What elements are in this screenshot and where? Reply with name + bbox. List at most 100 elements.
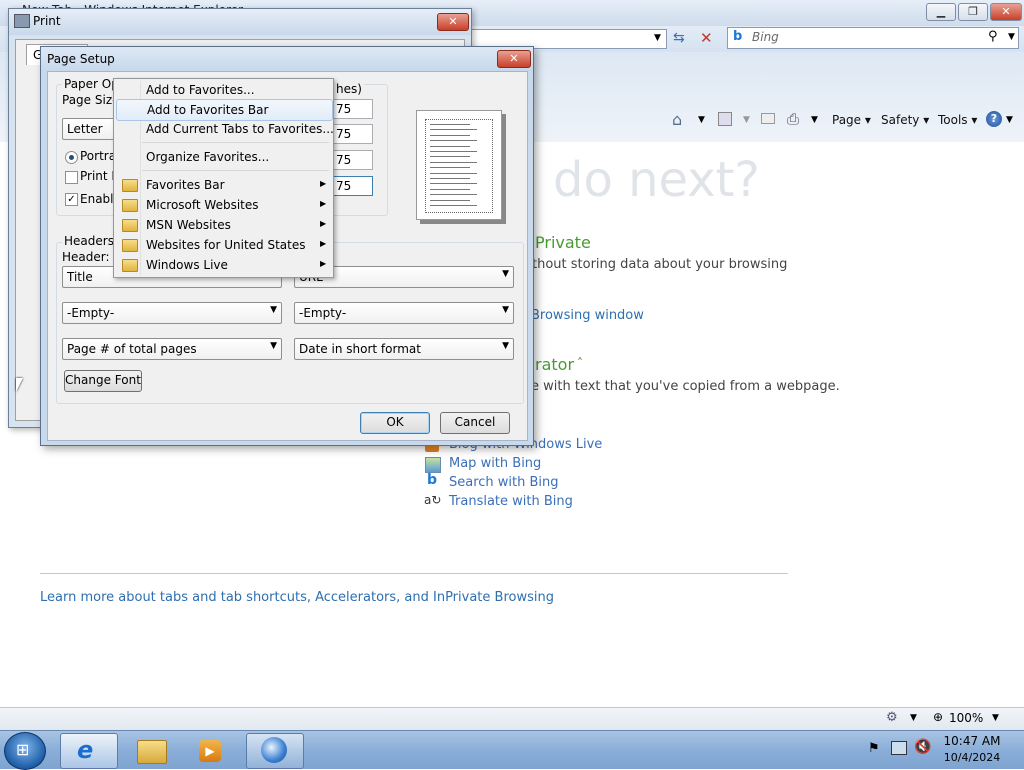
submenu-arrow-icon: ▶ (320, 179, 327, 188)
maximize-button[interactable]: ❐ (958, 3, 988, 21)
help-dropdown-icon[interactable]: ▼ (1006, 115, 1013, 125)
safety-menu-label: Safety (881, 113, 920, 127)
menu-item-add-to-favorites[interactable]: Add to Favorites... (116, 80, 331, 100)
home-icon[interactable]: ⌂ (672, 110, 682, 129)
play-icon: ▶ (199, 740, 221, 762)
stop-icon[interactable]: ✕ (700, 29, 713, 47)
protected-dropdown-icon[interactable]: ▼ (910, 713, 917, 723)
preview-text-line (430, 178, 470, 179)
ok-button[interactable]: OK (360, 412, 430, 434)
clock-time[interactable]: 10:47 AM (935, 734, 1009, 748)
dropdown-arrow-icon: ▼ (502, 269, 509, 279)
portrait-radio-dot (69, 155, 74, 160)
inprivate-description: thout storing data about your browsing (532, 257, 788, 272)
start-button[interactable]: ⊞ (4, 732, 46, 770)
menu-item-organize-favorites[interactable]: Organize Favorites... (116, 147, 331, 167)
collapse-chevron-icon[interactable]: ˄ (577, 356, 583, 370)
tools-menu-label: Tools (938, 113, 968, 127)
print-close-button[interactable]: ✕ (437, 13, 469, 31)
middle-left-value: -Empty- (67, 306, 115, 320)
footer-left-combo[interactable]: Page # of total pages ▼ (62, 338, 282, 360)
taskbar-app-button[interactable] (246, 733, 304, 769)
zoom-level[interactable]: 100% (949, 711, 983, 725)
folder-icon (122, 219, 138, 232)
close-button[interactable]: ✕ (990, 3, 1022, 21)
inprivate-link[interactable]: Browsing window (531, 308, 644, 323)
zoom-icon[interactable]: ⊕ (933, 710, 943, 724)
search-box[interactable]: b Bing ⚲ ▼ (727, 27, 1019, 49)
menu-item-label: Add Current Tabs to Favorites... (146, 122, 334, 136)
enable-shrink-checkbox[interactable]: ✓ (65, 193, 78, 206)
print-titlebar: Print ✕ (9, 9, 471, 35)
margins-label: hes) (334, 82, 364, 96)
margin-right-input[interactable]: 75 (333, 124, 373, 144)
protected-mode-icon[interactable]: ⚙ (886, 710, 898, 725)
taskbar-media-player-button[interactable]: ▶ (180, 733, 238, 769)
menu-item-label: Microsoft Websites (146, 198, 259, 212)
page-menu[interactable]: Page ▾ (832, 113, 871, 127)
clock-date[interactable]: 10/4/2024 (935, 751, 1009, 764)
menu-item-windows-live[interactable]: Windows Live ▶ (116, 255, 331, 275)
print-dropdown-icon[interactable]: ▼ (811, 115, 818, 125)
minimize-button[interactable]: ▁ (926, 3, 956, 21)
feeds-icon[interactable] (718, 112, 732, 126)
dropdown-arrow-icon: ▼ (270, 341, 277, 351)
zoom-dropdown-icon[interactable]: ▼ (992, 713, 999, 723)
menu-item-label: Add to Favorites... (146, 83, 255, 97)
refresh-icon[interactable]: ⇆ (673, 30, 685, 46)
menu-separator (142, 142, 329, 143)
action-center-flag-icon[interactable]: ⚑ (868, 741, 880, 756)
page-setup-title: Page Setup (47, 52, 115, 66)
folder-icon (122, 179, 138, 192)
margin-top-value: 75 (336, 153, 352, 167)
accelerators-heading: rator (535, 355, 575, 374)
change-font-button[interactable]: Change Font (64, 370, 142, 392)
menu-item-favorites-bar[interactable]: Favorites Bar ▶ (116, 175, 331, 195)
header-left-value: Title (67, 270, 93, 284)
menu-item-add-to-favorites-bar[interactable]: Add to Favorites Bar (116, 99, 333, 121)
page-menu-label: Page (832, 113, 862, 127)
margin-bottom-input[interactable]: 75 (333, 176, 373, 196)
menu-item-websites-us[interactable]: Websites for United States ▶ (116, 235, 331, 255)
margin-left-input[interactable]: 75 (333, 99, 373, 119)
volume-muted-icon[interactable]: 🔇 (914, 739, 931, 755)
search-input[interactable]: Bing (752, 30, 779, 44)
help-icon[interactable]: ? (986, 111, 1002, 127)
page-setup-close-button[interactable]: ✕ (497, 50, 531, 68)
print-background-checkbox[interactable] (65, 171, 78, 184)
margin-top-input[interactable]: 75 (333, 150, 373, 170)
feeds-dropdown-icon[interactable]: ▼ (743, 115, 750, 125)
print-dialog-title: Print (33, 14, 61, 28)
menu-item-microsoft-websites[interactable]: Microsoft Websites ▶ (116, 195, 331, 215)
content-divider (40, 573, 788, 574)
translate-icon: a↻ (424, 493, 442, 507)
submenu-arrow-icon: ▶ (320, 219, 327, 228)
page-setup-titlebar: Page Setup ✕ (41, 47, 533, 71)
network-icon[interactable] (891, 741, 907, 755)
menu-item-msn-websites[interactable]: MSN Websites ▶ (116, 215, 331, 235)
safety-menu[interactable]: Safety ▾ (881, 113, 929, 127)
page-heading: do next? (553, 152, 760, 208)
accelerator-link-map[interactable]: Map with Bing (449, 456, 541, 471)
accelerator-link-search[interactable]: Search with Bing (449, 475, 559, 490)
printer-icon[interactable]: ⎙ (787, 110, 799, 128)
folder-icon (122, 239, 138, 252)
search-magnifier-icon[interactable]: ⚲ (988, 29, 998, 44)
search-dropdown-icon[interactable]: ▼ (1008, 32, 1015, 42)
learn-more-link[interactable]: Learn more about tabs and tab shortcuts,… (40, 590, 554, 605)
home-dropdown-icon[interactable]: ▼ (698, 115, 705, 125)
taskbar-ie-button[interactable]: e (60, 733, 118, 769)
address-dropdown-icon[interactable]: ▼ (654, 33, 661, 43)
cancel-button[interactable]: Cancel (440, 412, 510, 434)
accelerator-link-translate[interactable]: Translate with Bing (449, 494, 573, 509)
footer-right-combo[interactable]: Date in short format ▼ (294, 338, 514, 360)
taskbar-explorer-button[interactable] (120, 733, 178, 769)
portrait-radio[interactable] (65, 151, 78, 164)
mail-icon[interactable] (761, 113, 775, 124)
preview-text-line (430, 134, 470, 136)
middle-left-combo[interactable]: -Empty- ▼ (62, 302, 282, 324)
menu-item-add-current-tabs[interactable]: Add Current Tabs to Favorites... (116, 119, 334, 139)
middle-right-combo[interactable]: -Empty- ▼ (294, 302, 514, 324)
tools-menu[interactable]: Tools ▾ (938, 113, 977, 127)
map-icon (425, 457, 441, 473)
